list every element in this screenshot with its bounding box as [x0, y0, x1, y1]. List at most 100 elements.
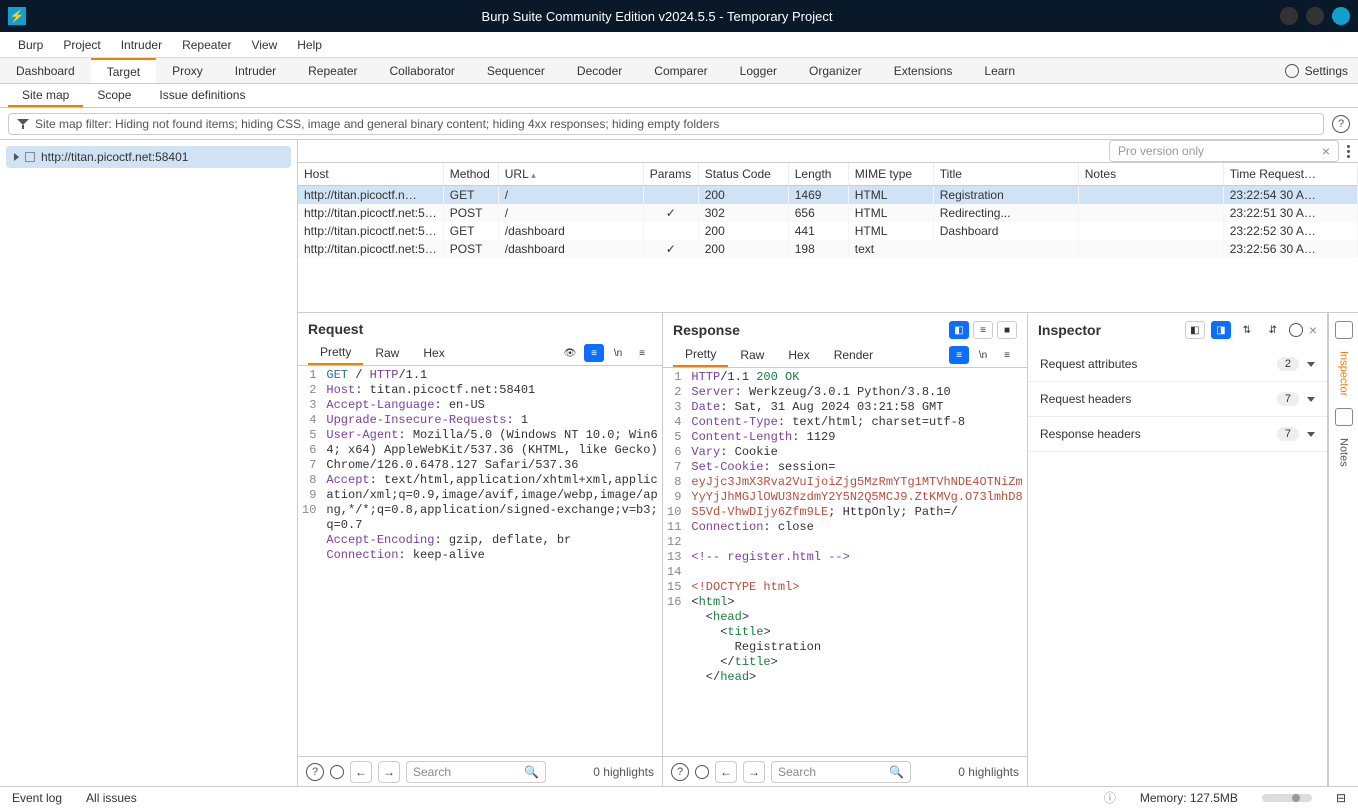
menu-project[interactable]: Project: [53, 34, 110, 56]
subtab-scope[interactable]: Scope: [83, 84, 145, 107]
request-gear-icon[interactable]: [330, 765, 344, 779]
minimize-button[interactable]: [1280, 7, 1298, 25]
tab-collaborator[interactable]: Collaborator: [374, 58, 471, 83]
table-row[interactable]: http://titan.picoctf.n…GET/2001469HTMLRe…: [298, 186, 1358, 205]
menu-help[interactable]: Help: [287, 34, 332, 56]
pro-search-placeholder: Pro version only: [1118, 144, 1204, 158]
tab-target[interactable]: Target: [91, 58, 156, 83]
help-icon[interactable]: ?: [1332, 115, 1350, 133]
inspector-request-attributes[interactable]: Request attributes 2: [1028, 347, 1327, 382]
col-url[interactable]: URL: [498, 163, 643, 186]
info-icon[interactable]: ⓘ: [1104, 789, 1116, 806]
clear-search-icon[interactable]: ×: [1322, 143, 1330, 159]
table-row[interactable]: http://titan.picoctf.net:5…POST/dashboar…: [298, 240, 1358, 258]
response-body[interactable]: 12345678910111213141516 HTTP/1.1 200 OKS…: [663, 368, 1027, 756]
response-prev-button[interactable]: ←: [715, 761, 737, 783]
rightbar-inspector-icon[interactable]: [1335, 321, 1353, 339]
globe-icon: [25, 152, 35, 162]
response-tab-pretty[interactable]: Pretty: [673, 343, 728, 367]
subtab-sitemap[interactable]: Site map: [8, 84, 83, 107]
response-wrap-icon[interactable]: ≡: [949, 346, 969, 364]
tree-host-label: http://titan.picoctf.net:58401: [41, 150, 188, 164]
request-prev-button[interactable]: ←: [350, 761, 372, 783]
col-length[interactable]: Length: [788, 163, 848, 186]
layout-split-icon[interactable]: ◧: [949, 321, 969, 339]
col-notes[interactable]: Notes: [1078, 163, 1223, 186]
tab-proxy[interactable]: Proxy: [156, 58, 219, 83]
request-tab-pretty[interactable]: Pretty: [308, 341, 363, 365]
tree-host-item[interactable]: http://titan.picoctf.net:58401: [6, 146, 291, 168]
response-gear-icon[interactable]: [695, 765, 709, 779]
inspector-response-headers[interactable]: Response headers 7: [1028, 417, 1327, 452]
tab-learn[interactable]: Learn: [968, 58, 1031, 83]
col-method[interactable]: Method: [443, 163, 498, 186]
close-button[interactable]: [1332, 7, 1350, 25]
tab-extensions[interactable]: Extensions: [878, 58, 969, 83]
rightbar-notes-tab[interactable]: Notes: [1338, 438, 1350, 467]
response-tab-hex[interactable]: Hex: [776, 344, 821, 366]
tab-intruder[interactable]: Intruder: [219, 58, 292, 83]
newline-icon[interactable]: \n: [608, 344, 628, 362]
response-tab-render[interactable]: Render: [822, 344, 885, 366]
inspector-close-icon[interactable]: ×: [1309, 322, 1317, 338]
inspector-collapse-icon[interactable]: ⇵: [1263, 321, 1283, 339]
tab-repeater[interactable]: Repeater: [292, 58, 373, 83]
subtab-issues[interactable]: Issue definitions: [145, 84, 259, 107]
response-next-button[interactable]: →: [743, 761, 765, 783]
request-next-button[interactable]: →: [378, 761, 400, 783]
tab-sequencer[interactable]: Sequencer: [471, 58, 561, 83]
table-row[interactable]: http://titan.picoctf.net:5…GET/dashboard…: [298, 222, 1358, 240]
table-row[interactable]: http://titan.picoctf.net:5…POST/✓302656H…: [298, 204, 1358, 222]
menu-intruder[interactable]: Intruder: [111, 34, 172, 56]
layout-full-icon[interactable]: ■: [997, 321, 1017, 339]
more-menu-icon[interactable]: [1347, 145, 1350, 158]
request-tab-raw[interactable]: Raw: [363, 342, 411, 364]
request-tab-hex[interactable]: Hex: [411, 342, 456, 364]
col-time[interactable]: Time Request…: [1223, 163, 1357, 186]
tab-comparer[interactable]: Comparer: [638, 58, 723, 83]
tab-organizer[interactable]: Organizer: [793, 58, 878, 83]
inspector-request-headers[interactable]: Request headers 7: [1028, 382, 1327, 417]
col-mime[interactable]: MIME type: [848, 163, 933, 186]
rightbar-inspector-tab[interactable]: Inspector: [1338, 351, 1350, 396]
menu-view[interactable]: View: [241, 34, 287, 56]
visibility-icon[interactable]: 👁: [560, 344, 580, 362]
tab-dashboard[interactable]: Dashboard: [0, 58, 91, 83]
pro-search-input[interactable]: Pro version only ×: [1109, 140, 1339, 162]
col-params[interactable]: Params: [643, 163, 698, 186]
filter-button[interactable]: Site map filter: Hiding not found items;…: [8, 113, 1324, 135]
hamburger-icon[interactable]: ≡: [632, 344, 652, 362]
wrap-icon[interactable]: ≡: [584, 344, 604, 362]
maximize-button[interactable]: [1306, 7, 1324, 25]
request-highlights: 0 highlights: [593, 765, 654, 779]
app-icon: ⚡: [8, 7, 26, 25]
menu-repeater[interactable]: Repeater: [172, 34, 241, 56]
tab-decoder[interactable]: Decoder: [561, 58, 638, 83]
gear-icon[interactable]: [1285, 64, 1299, 78]
request-search-input[interactable]: Search 🔍: [406, 761, 546, 783]
inspector-layout2-icon[interactable]: ◨: [1211, 321, 1231, 339]
status-eventlog[interactable]: Event log: [12, 791, 62, 805]
response-newline-icon[interactable]: \n: [973, 346, 993, 364]
col-host[interactable]: Host: [298, 163, 443, 186]
status-allissues[interactable]: All issues: [86, 791, 137, 805]
response-title: Response: [673, 322, 740, 338]
col-title[interactable]: Title: [933, 163, 1078, 186]
request-body[interactable]: 12345678910 GET / HTTP/1.1Host: titan.pi…: [298, 366, 662, 756]
response-help-icon[interactable]: ?: [671, 763, 689, 781]
inspector-expand-icon[interactable]: ⇅: [1237, 321, 1257, 339]
col-status[interactable]: Status Code: [698, 163, 788, 186]
response-tab-raw[interactable]: Raw: [728, 344, 776, 366]
inspector-layout1-icon[interactable]: ◧: [1185, 321, 1205, 339]
response-hamburger-icon[interactable]: ≡: [997, 346, 1017, 364]
inspector-gear-icon[interactable]: [1289, 323, 1303, 337]
status-memory: Memory: 127.5MB: [1140, 791, 1238, 805]
settings-button[interactable]: Settings: [1305, 64, 1348, 78]
right-sidebar: Inspector Notes: [1328, 313, 1358, 786]
rightbar-notes-icon[interactable]: [1335, 408, 1353, 426]
request-help-icon[interactable]: ?: [306, 763, 324, 781]
menu-burp[interactable]: Burp: [8, 34, 53, 56]
response-search-input[interactable]: Search 🔍: [771, 761, 911, 783]
layout-stack-icon[interactable]: ≡: [973, 321, 993, 339]
tab-logger[interactable]: Logger: [724, 58, 793, 83]
